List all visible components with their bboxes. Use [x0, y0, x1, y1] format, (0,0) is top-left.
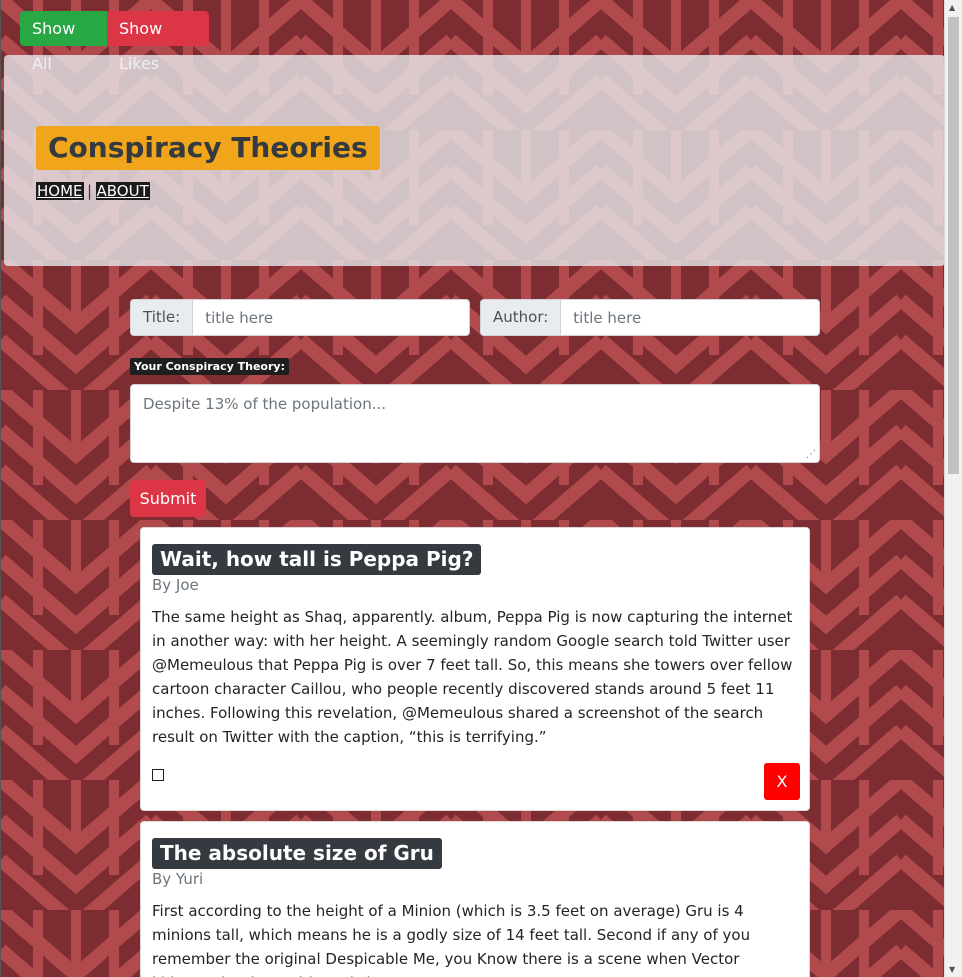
- post-card: Wait, how tall is Peppa Pig? By Joe The …: [140, 527, 810, 811]
- post-body: First according to the height of a Minio…: [152, 902, 751, 977]
- show-all-button[interactable]: Show All: [20, 11, 107, 73]
- submit-button[interactable]: Submit: [130, 480, 206, 517]
- post-author: By Yuri: [152, 870, 204, 888]
- like-checkbox[interactable]: [152, 769, 164, 781]
- author-input-group: Author:: [480, 299, 820, 336]
- scroll-up-icon[interactable]: ▲: [949, 3, 955, 12]
- page-title: Conspiracy Theories: [36, 126, 380, 170]
- page-viewport: Show All Show Likes Conspiracy Theories …: [0, 0, 944, 977]
- show-likes-button[interactable]: Show Likes: [107, 11, 209, 73]
- theory-label: Your Conspiracy Theory:: [130, 358, 289, 375]
- title-input[interactable]: [193, 300, 469, 335]
- scrollbar-thumb[interactable]: [948, 17, 959, 474]
- theory-textarea[interactable]: [130, 384, 820, 463]
- nav-separator: |: [86, 182, 93, 200]
- author-label: Author:: [481, 300, 562, 335]
- post-card: The absolute size of Gru By Yuri First a…: [140, 821, 810, 977]
- post-title: The absolute size of Gru: [152, 838, 442, 869]
- nav-about-link[interactable]: ABOUT: [95, 182, 150, 200]
- resize-grip-icon[interactable]: ⋰: [806, 449, 816, 460]
- post-body: The same height as Shaq, apparently. alb…: [152, 608, 793, 746]
- author-input[interactable]: [561, 300, 819, 335]
- vertical-scrollbar[interactable]: ▲ ▼: [944, 0, 962, 977]
- delete-button[interactable]: X: [764, 763, 800, 800]
- post-author: By Joe: [152, 576, 199, 594]
- scroll-down-icon[interactable]: ▼: [949, 965, 955, 974]
- nav-home-link[interactable]: HOME: [36, 182, 84, 200]
- title-input-group: Title:: [130, 299, 470, 336]
- post-title: Wait, how tall is Peppa Pig?: [152, 544, 482, 575]
- nav-links: HOME | ABOUT: [36, 182, 150, 201]
- title-label: Title:: [131, 300, 194, 335]
